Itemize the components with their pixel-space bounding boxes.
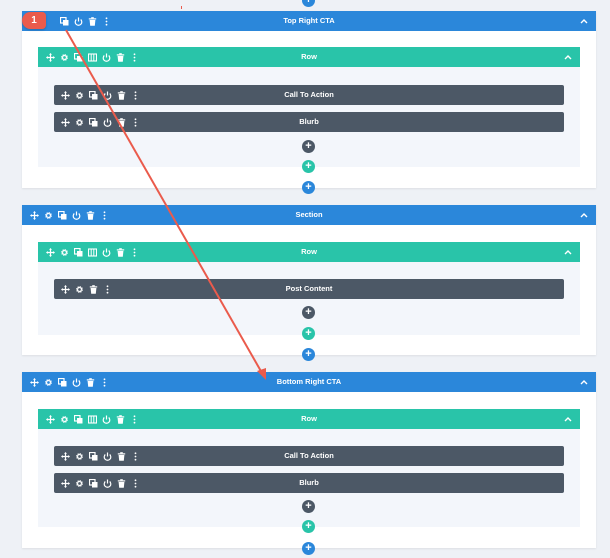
arrow-line (65, 29, 263, 374)
arrow-head (257, 368, 266, 380)
step-badge: 1 (22, 12, 46, 29)
annotation-arrow (65, 29, 266, 380)
